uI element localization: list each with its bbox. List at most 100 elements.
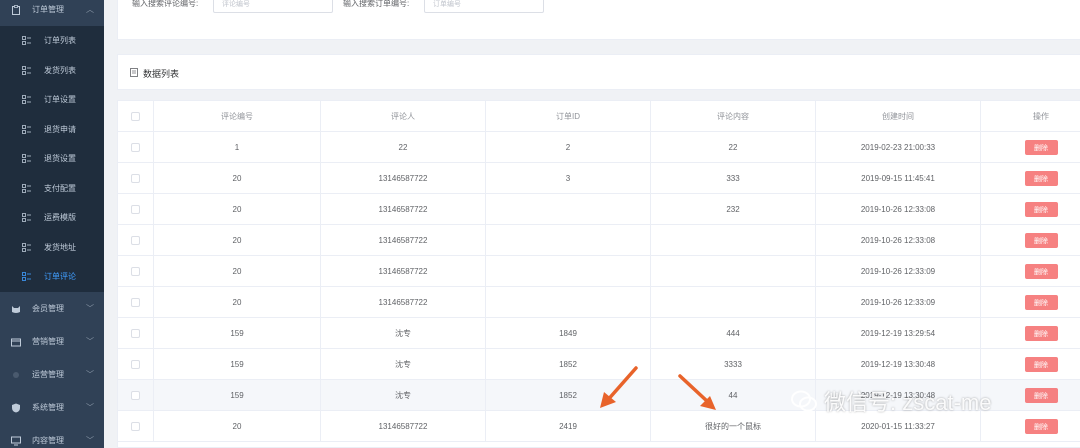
sun-icon [13,371,19,378]
header-content[interactable]: 评论内容 [651,101,816,132]
delete-button[interactable]: 删除 [1024,295,1058,310]
order-id-cell [486,225,651,256]
table-row: 20 13146587722 2019-10-26 12:33:09 删除 [118,256,1080,287]
sidebar-item-order-list[interactable]: 订单列表 [0,26,104,55]
header-comment-id[interactable]: 评论编号 [154,101,321,132]
comment-id-cell: 159 [154,349,321,380]
grid-icon [22,213,31,222]
sidebar-item-shipping-list[interactable]: 发货列表 [0,56,104,85]
sidebar-item-shipping-address[interactable]: 发货地址 [0,233,104,262]
table-row: 20 13146587722 2019-10-26 12:33:09 删除 [118,287,1080,318]
menu-system-management[interactable]: 系统管理 ﹀ [0,391,104,424]
actions-cell: 删除 [981,163,1080,194]
created-time-cell: 2019-10-26 12:33:08 [816,194,981,225]
sidebar: 订单管理 ︿ 订单列表 发货列表 订单设置 退货申请 退货设置 支付配置 运费模… [0,0,104,448]
header-created-time[interactable]: 创建时间 [816,101,981,132]
commenter-cell: 13146587722 [321,225,486,256]
comment-search-input[interactable] [213,0,333,13]
row-checkbox[interactable] [131,391,140,400]
menu-label: 会员管理 [32,304,64,313]
row-checkbox[interactable] [131,360,140,369]
menu-label: 内容管理 [32,436,64,445]
order-search-input[interactable] [424,0,544,13]
delete-button[interactable]: 删除 [1024,357,1058,372]
table-row: 20 13146587722 2019-10-26 12:33:08 删除 [118,225,1080,256]
shield-icon [12,403,20,412]
sidebar-item-label: 订单评论 [44,272,76,281]
comment-id-cell: 159 [154,380,321,411]
created-time-cell: 2019-09-15 11:45:41 [816,163,981,194]
comment-id-cell: 159 [154,318,321,349]
sidebar-item-order-settings[interactable]: 订单设置 [0,85,104,114]
delete-button[interactable]: 删除 [1024,388,1058,403]
row-checkbox[interactable] [131,143,140,152]
order-id-cell: 2 [486,132,651,163]
sidebar-item-order-comments[interactable]: 订单评论 [0,262,104,291]
checkbox-cell [118,287,154,318]
row-checkbox[interactable] [131,329,140,338]
sidebar-item-return-requests[interactable]: 退货申请 [0,115,104,144]
created-time-cell: 2019-02-23 21:00:33 [816,132,981,163]
menu-marketing-management[interactable]: 营销管理 ﹀ [0,325,104,358]
select-all-checkbox[interactable] [131,112,140,121]
menu-member-management[interactable]: 会员管理 ﹀ [0,292,104,325]
actions-cell: 删除 [981,411,1080,442]
header-actions: 操作 [1033,112,1049,121]
table-row: 20 13146587722 3 333 2019-09-15 11:45:41 删除 [118,163,1080,194]
row-checkbox[interactable] [131,205,140,214]
menu-content-management[interactable]: 内容管理 ﹀ [0,424,104,448]
delete-button[interactable]: 删除 [1024,202,1058,217]
order-id-cell: 3 [486,163,651,194]
menu-label: 系统管理 [32,403,64,412]
comment-id-cell: 20 [154,256,321,287]
sidebar-item-label: 退货设置 [44,154,76,163]
row-checkbox[interactable] [131,298,140,307]
row-checkbox[interactable] [131,174,140,183]
order-submenu: 订单列表 发货列表 订单设置 退货申请 退货设置 支付配置 运费模版 发货地址 [0,26,104,292]
delete-button[interactable]: 删除 [1024,140,1058,155]
monitor-icon [11,436,21,445]
row-checkbox[interactable] [131,267,140,276]
row-checkbox[interactable] [131,236,140,245]
created-time-cell: 2019-12-19 13:30:48 [816,349,981,380]
red-arrow-annotation [678,374,716,410]
grid-icon [22,272,31,281]
grid-icon [22,36,31,45]
grid-icon [22,154,31,163]
actions-cell: 删除 [981,318,1080,349]
actions-cell: 删除 [981,132,1080,163]
comment-id-cell: 20 [154,287,321,318]
chevron-up-icon: ︿ [86,5,94,14]
clipboard-icon [12,4,20,15]
order-id-cell: 2419 [486,411,651,442]
actions-cell: 删除 [981,380,1080,411]
menu-order-management[interactable]: 订单管理 ︿ [0,0,104,26]
actions-cell: 删除 [981,194,1080,225]
sidebar-item-return-settings[interactable]: 退货设置 [0,144,104,173]
order-id-cell [486,256,651,287]
delete-button[interactable]: 删除 [1024,171,1058,186]
delete-button[interactable]: 删除 [1024,326,1058,341]
sidebar-item-label: 订单设置 [44,95,76,104]
header-commenter[interactable]: 评论人 [321,101,486,132]
menu-label: 订单管理 [32,5,64,14]
checkbox-cell [118,194,154,225]
row-checkbox[interactable] [131,422,140,431]
cat-icon [12,305,20,313]
sidebar-item-payment-config[interactable]: 支付配置 [0,174,104,203]
commenter-cell: 22 [321,132,486,163]
content-cell [651,287,816,318]
delete-button[interactable]: 删除 [1024,264,1058,279]
header-order-id[interactable]: 订单ID [486,101,651,132]
delete-button[interactable]: 删除 [1024,233,1058,248]
delete-button[interactable]: 删除 [1024,419,1058,434]
content-cell: 333 [651,163,816,194]
grid-icon [22,124,31,134]
sidebar-item-shipping-template[interactable]: 运费模版 [0,203,104,232]
comment-id-cell: 20 [154,194,321,225]
menu-label: 运营管理 [32,370,64,379]
menu-operations-management[interactable]: 运营管理 ﹀ [0,358,104,391]
checkbox-cell [118,380,154,411]
content-cell: 232 [651,194,816,225]
checkbox-cell [118,163,154,194]
